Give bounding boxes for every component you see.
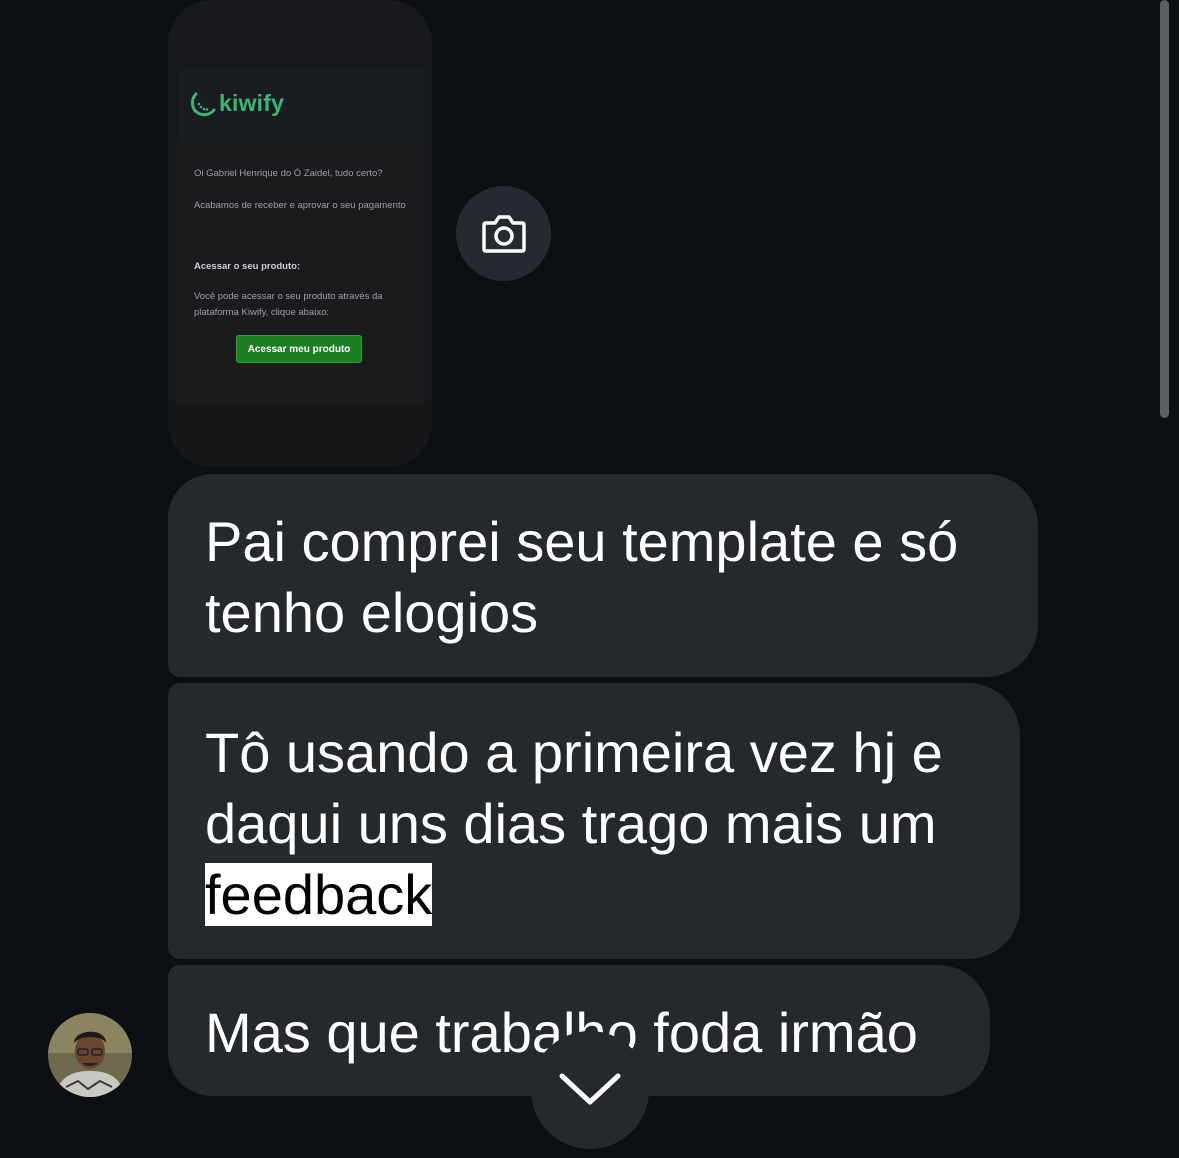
attachment-image[interactable]: kiwify Oi Gabriel Henrique do Ó Zaidel, … [168,0,432,467]
email-message: Acabamos de receber e aprovar o seu paga… [194,200,406,211]
camera-icon [481,214,526,253]
chevron-down-icon [559,1073,621,1105]
message-bubble[interactable]: Pai comprei seu template e só tenho elog… [168,474,1038,677]
email-footer [168,402,432,467]
kiwi-logo-icon [191,92,216,116]
scrollbar[interactable] [1160,0,1169,418]
message-text: Pai comprei seu template e só tenho elog… [205,510,959,644]
access-product-button: Acessar meu produto [236,335,362,363]
kiwify-wordmark: kiwify [219,90,285,116]
message-bubble[interactable]: Tô usando a primeira vez hj e daqui uns … [168,683,1020,959]
chat-screen: kiwify Oi Gabriel Henrique do Ó Zaidel, … [0,0,1179,1158]
camera-button[interactable] [456,186,551,281]
message-text: Tô usando a primeira vez hj e daqui uns … [205,721,943,855]
email-section-title: Acessar o seu produto: [194,261,301,272]
highlighted-text: feedback [205,863,433,926]
email-header: kiwify [178,70,424,140]
scroll-to-bottom-button[interactable] [531,1031,649,1149]
email-greeting: Oi Gabriel Henrique do Ó Zaidel, tudo ce… [194,168,383,179]
avatar[interactable] [48,1013,132,1097]
kiwify-logo: kiwify [190,90,284,117]
email-section-text: Você pode acessar o seu produto através … [194,291,383,318]
avatar-image [48,1013,132,1097]
email-body: Oi Gabriel Henrique do Ó Zaidel, tudo ce… [178,140,424,402]
